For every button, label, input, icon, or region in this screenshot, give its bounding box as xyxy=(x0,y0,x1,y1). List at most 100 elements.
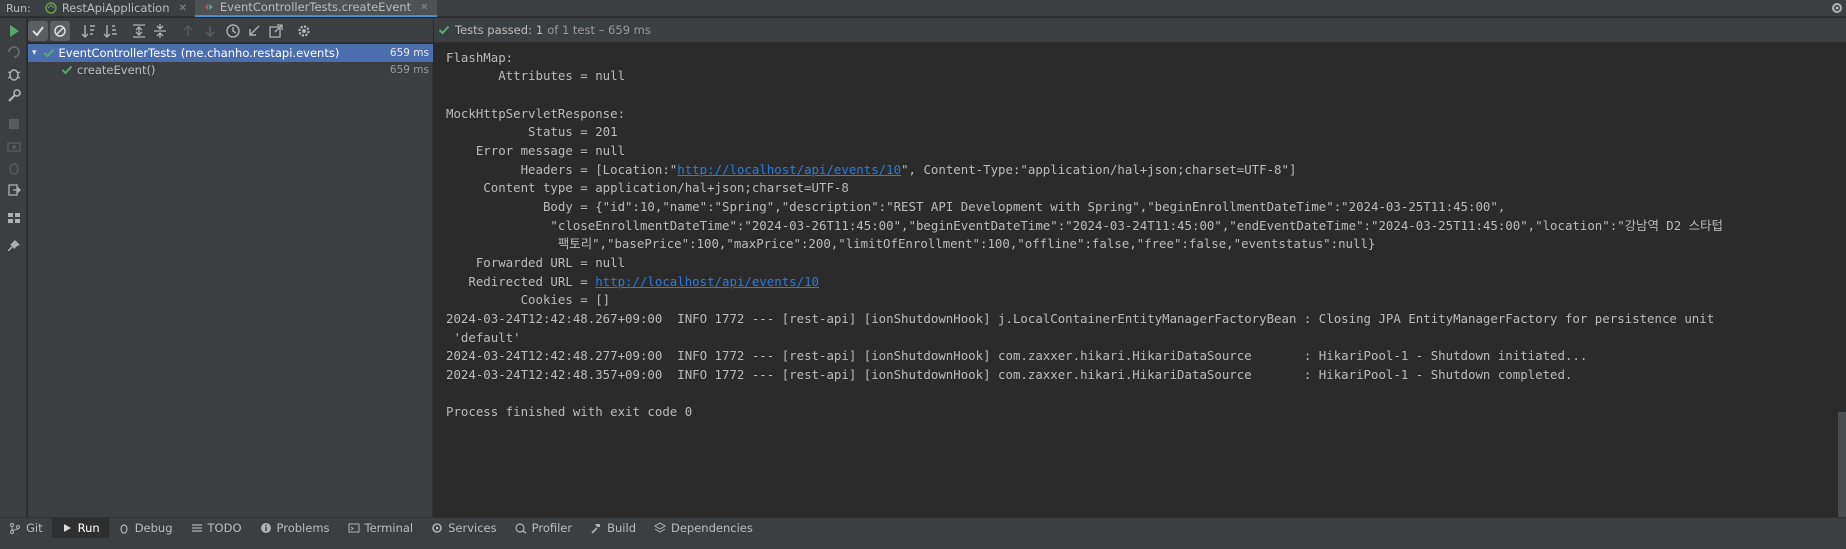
collapse-all-icon[interactable] xyxy=(150,21,170,41)
test-tree-toolbar xyxy=(28,18,433,43)
duration-label: 659 ms xyxy=(389,47,429,59)
expand-all-icon[interactable] xyxy=(129,21,149,41)
tree-root-package: (me.chanho.restapi.events) xyxy=(180,46,340,60)
console-line: 2024-03-24T12:42:48.277+09:00 INFO 1772 … xyxy=(446,348,1588,363)
duration-label: 659 ms xyxy=(389,64,429,76)
tool-git[interactable]: Git xyxy=(0,518,52,539)
coverage-icon[interactable] xyxy=(6,160,22,176)
tool-profiler[interactable]: Profiler xyxy=(506,518,582,539)
tab-event-controller-tests[interactable]: EventControllerTests.createEvent ✕ xyxy=(194,0,437,17)
terminal-icon xyxy=(348,523,360,533)
info-icon xyxy=(260,523,271,533)
previous-failed-icon[interactable] xyxy=(178,21,198,41)
console-line: Attributes = null xyxy=(446,68,626,83)
console-line: MockHttpServletResponse: xyxy=(446,106,626,121)
profiler-icon xyxy=(515,523,527,534)
tool-dependencies[interactable]: Dependencies xyxy=(645,518,762,539)
tool-build[interactable]: Build xyxy=(581,518,645,539)
tool-terminal[interactable]: Terminal xyxy=(339,518,423,539)
location-link[interactable]: http://localhost/api/events/10 xyxy=(677,162,901,177)
console-line: Status = 201 xyxy=(446,124,618,139)
console-line: Content type = application/hal+json;char… xyxy=(446,180,849,195)
layers-icon xyxy=(654,522,666,533)
tree-row-root[interactable]: ▾ EventControllerTests (me.chanho.restap… xyxy=(28,44,433,62)
next-failed-icon[interactable] xyxy=(200,21,220,41)
tab-rest-api-application[interactable]: RestApiApplication ✕ xyxy=(37,0,195,17)
check-icon xyxy=(43,48,54,58)
tool-run[interactable]: Run xyxy=(51,517,109,539)
test-history-icon[interactable] xyxy=(223,21,243,41)
pin-icon[interactable] xyxy=(6,238,22,254)
settings-icon[interactable] xyxy=(294,21,314,41)
tool-label: TODO xyxy=(207,521,242,535)
tool-window-bar: Git Run Debug TODO Problems Terminal Ser… xyxy=(0,517,1846,539)
chevron-down-icon[interactable]: ▾ xyxy=(32,48,37,58)
console-scrollbar[interactable] xyxy=(1838,44,1846,517)
run-tab-bar: Run: RestApiApplication ✕ EventControlle… xyxy=(0,0,1846,17)
console-text: Headers = [Location:" xyxy=(446,162,678,177)
test-run-icon xyxy=(204,4,213,10)
check-icon xyxy=(32,26,44,37)
sort-duration-icon[interactable] xyxy=(101,21,121,41)
services-icon xyxy=(432,523,442,533)
test-status-bar: Tests passed: 1 of 1 test – 659 ms xyxy=(434,18,1846,43)
show-passed-button[interactable] xyxy=(28,21,48,41)
tool-label: Terminal xyxy=(364,521,414,535)
tree-row-create-event[interactable]: createEvent() 659 ms xyxy=(28,61,433,79)
test-tree: ▾ EventControllerTests (me.chanho.restap… xyxy=(28,44,433,517)
console-line-headers: Headers = [Location:"http://localhost/ap… xyxy=(446,160,1297,179)
rerun-failed-icon[interactable] xyxy=(6,44,22,60)
console-line: FlashMap: xyxy=(446,50,514,65)
tool-label: Profiler xyxy=(531,521,573,535)
rerun-icon[interactable] xyxy=(6,23,22,39)
run-icon xyxy=(63,524,71,532)
tool-label: Problems xyxy=(276,521,330,535)
tool-label: Git xyxy=(26,521,43,535)
sort-alpha-icon[interactable] xyxy=(79,21,99,41)
tree-child-label: createEvent() xyxy=(77,63,156,77)
console-line: "closeEnrollmentDateTime":"2024-03-26T11… xyxy=(446,218,1723,233)
tool-label: Debug xyxy=(134,521,173,535)
run-left-toolbar xyxy=(0,18,27,517)
tool-label: Services xyxy=(448,521,497,535)
exit-icon[interactable] xyxy=(6,182,22,198)
tool-debug[interactable]: Debug xyxy=(109,518,182,539)
tab-label: RestApiApplication xyxy=(61,1,170,15)
console-line: Error message = null xyxy=(446,143,626,158)
check-icon xyxy=(438,25,450,35)
spring-boot-icon xyxy=(45,2,57,14)
console-line: Cookies = [] xyxy=(446,292,611,307)
console-line-redirect: Redirected URL = http://localhost/api/ev… xyxy=(446,272,819,291)
wrench-icon[interactable] xyxy=(6,88,22,104)
debug-bug-icon[interactable] xyxy=(6,66,22,82)
console-text: Redirected URL = xyxy=(446,274,596,289)
console-line: Body = {"id":10,"name":"Spring","descrip… xyxy=(446,199,1506,214)
settings-gear-icon[interactable] xyxy=(1830,0,1844,17)
console-line: 'default' xyxy=(446,330,521,345)
tool-todo[interactable]: TODO xyxy=(182,518,251,539)
layout-icon[interactable] xyxy=(6,210,22,226)
camera-icon[interactable] xyxy=(6,138,22,154)
console-output[interactable]: FlashMap: Attributes = null MockHttpServ… xyxy=(434,44,1846,517)
tool-services[interactable]: Services xyxy=(422,518,506,539)
console-line: Process finished with exit code 0 xyxy=(446,404,693,419)
redirect-link[interactable]: http://localhost/api/events/10 xyxy=(595,274,819,289)
close-icon[interactable]: ✕ xyxy=(420,2,428,13)
scrollbar-thumb[interactable] xyxy=(1838,412,1846,517)
tool-label: Build xyxy=(607,521,636,535)
tree-root-label: EventControllerTests xyxy=(58,46,177,60)
bug-icon xyxy=(120,524,128,534)
git-branch-icon xyxy=(10,523,20,534)
hammer-icon xyxy=(591,524,601,534)
console-line: Forwarded URL = null xyxy=(446,255,626,270)
console-text: ", Content-Type:"application/hal+json;ch… xyxy=(901,162,1297,177)
stop-icon[interactable] xyxy=(6,116,22,132)
console-line: 2024-03-24T12:42:48.357+09:00 INFO 1772 … xyxy=(446,367,1573,382)
tool-problems[interactable]: Problems xyxy=(251,518,339,539)
export-tests-icon[interactable] xyxy=(266,21,286,41)
close-icon[interactable]: ✕ xyxy=(178,3,186,14)
tab-label: EventControllerTests.createEvent xyxy=(219,0,412,14)
list-icon xyxy=(191,524,202,532)
import-tests-icon[interactable] xyxy=(244,21,264,41)
show-ignored-button[interactable] xyxy=(50,21,70,41)
